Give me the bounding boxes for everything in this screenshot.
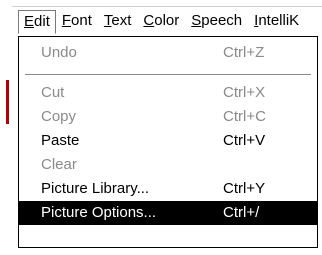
menu-speech-access-key: S [191,12,202,29]
menu-intellikeys[interactable]: IntelliK [248,10,305,34]
menu-item-picture-library-label: Picture Library... [41,180,150,197]
menu-item-copy-label: Copy [41,108,77,125]
menu-item-cut-label: Cut [41,84,65,101]
menu-edit-label: dit [34,13,50,30]
menu-color-label: olor [154,12,180,29]
menu-font[interactable]: Font [56,10,98,34]
menu-item-clear[interactable]: Clear [19,153,317,177]
menu-color[interactable]: Color [137,10,185,34]
menu-font-access-key: F [61,12,72,29]
menu-item-undo-label: Undo [41,44,77,61]
menu-item-picture-options-shortcut: Ctrl+/ [223,204,260,221]
menu-item-picture-library[interactable]: Picture Library... Ctrl+Y [19,177,317,201]
menu-item-copy[interactable]: Copy Ctrl+C [19,105,317,129]
window-edge-mark [6,80,9,124]
menu-item-picture-options-label: Picture Options... [41,204,157,221]
menu-item-picture-library-shortcut: Ctrl+Y [223,180,266,197]
menu-item-picture-options[interactable]: Picture Options... Ctrl+/ [19,201,317,225]
menu-text[interactable]: Text [98,10,138,34]
edit-menu-dropdown: Undo Ctrl+Z Cut Ctrl+X Copy Ctrl+C Paste… [18,36,318,248]
menu-speech[interactable]: Speech [185,10,248,34]
menu-separator [25,74,311,76]
menu-item-undo[interactable]: Undo Ctrl+Z [19,41,317,65]
menu-edit-access-key: E [24,13,35,30]
menu-item-paste[interactable]: Paste Ctrl+V [19,129,317,153]
menu-item-paste-shortcut: Ctrl+V [223,132,266,149]
menu-color-access-key: C [143,12,155,29]
menu-item-cut-shortcut: Ctrl+X [223,84,266,101]
menu-item-paste-label: Paste [41,132,80,149]
menu-intellikeys-label: ntelliK [258,12,300,29]
menu-font-label: ont [71,12,92,29]
menu-item-cut[interactable]: Cut Ctrl+X [19,81,317,105]
menu-bar: Edit Font Text Color Speech IntelliK [12,6,322,37]
menu-text-label: ext [111,12,132,29]
menu-item-undo-shortcut: Ctrl+Z [223,44,265,61]
menu-edit[interactable]: Edit [18,10,56,34]
menu-item-copy-shortcut: Ctrl+C [223,108,266,125]
menu-speech-label: peech [201,12,243,29]
menu-item-clear-label: Clear [41,156,77,173]
